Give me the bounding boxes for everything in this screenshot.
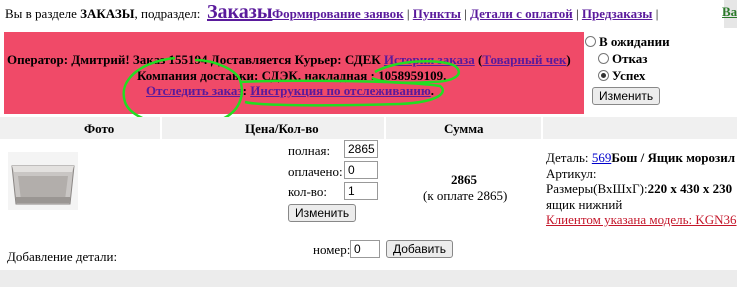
status-label-waiting: В ожидании: [599, 34, 670, 49]
status-radio-group: В ожидании Отказ Успех Изменить: [585, 34, 670, 105]
price-full-input[interactable]: 2865: [344, 140, 378, 158]
annotation-circle-instruction: [239, 79, 444, 107]
qty-label: кол-во:: [288, 184, 327, 199]
detail-name: Бош / Ящик морозил: [611, 150, 736, 165]
add-detail-button[interactable]: Добавить: [386, 240, 454, 258]
status-option-success[interactable]: Успех: [598, 68, 670, 84]
price-full-label: полная:: [288, 143, 331, 158]
number-label: номер:: [313, 242, 351, 257]
sum-to-pay: (к оплате 2865): [423, 188, 508, 203]
size-label: Размеры(ВхШхГ):: [546, 181, 648, 196]
paid-input[interactable]: 0: [344, 161, 378, 179]
status-option-refuse[interactable]: Отказ: [598, 51, 670, 67]
add-detail-label: Добавление детали:: [7, 249, 118, 264]
detail-label: Деталь:: [546, 150, 592, 165]
detail-extra: ящик нижний: [546, 197, 623, 212]
status-option-waiting[interactable]: В ожидании: [585, 34, 670, 50]
size-value: 220 х 430 х 230: [647, 181, 733, 196]
radio-waiting[interactable]: [585, 36, 596, 47]
status-label-refuse: Отказ: [612, 51, 648, 66]
detail-line: Деталь: 569Бош / Ящик морозил: [546, 150, 735, 166]
detail-id-link[interactable]: 569: [592, 150, 612, 165]
article-label: Артикул:: [546, 166, 597, 181]
item-change-button[interactable]: Изменить: [288, 204, 357, 222]
annotation-circle-number: [371, 59, 461, 85]
bottom-gray-strip: [0, 270, 737, 287]
size-line: Размеры(ВхШхГ):220 х 430 х 230: [546, 181, 732, 197]
radio-success[interactable]: [598, 70, 609, 81]
client-model-link[interactable]: Клиентом указана модель: KGN36: [546, 212, 737, 228]
status-change-button[interactable]: Изменить: [592, 87, 661, 105]
status-label-success: Успех: [612, 68, 646, 83]
qty-input[interactable]: 1: [344, 182, 378, 200]
header-price-qty: Цена/Кол-во: [245, 121, 319, 136]
paid-label: оплачено:: [288, 164, 343, 179]
header-sum: Сумма: [444, 121, 484, 136]
sum-value: 2865: [451, 172, 477, 187]
number-input[interactable]: 0: [350, 240, 380, 258]
radio-refuse[interactable]: [598, 53, 609, 64]
header-photo: Фото: [84, 121, 115, 136]
annotation-scribble-left: [122, 56, 244, 127]
product-photo: [8, 152, 78, 210]
